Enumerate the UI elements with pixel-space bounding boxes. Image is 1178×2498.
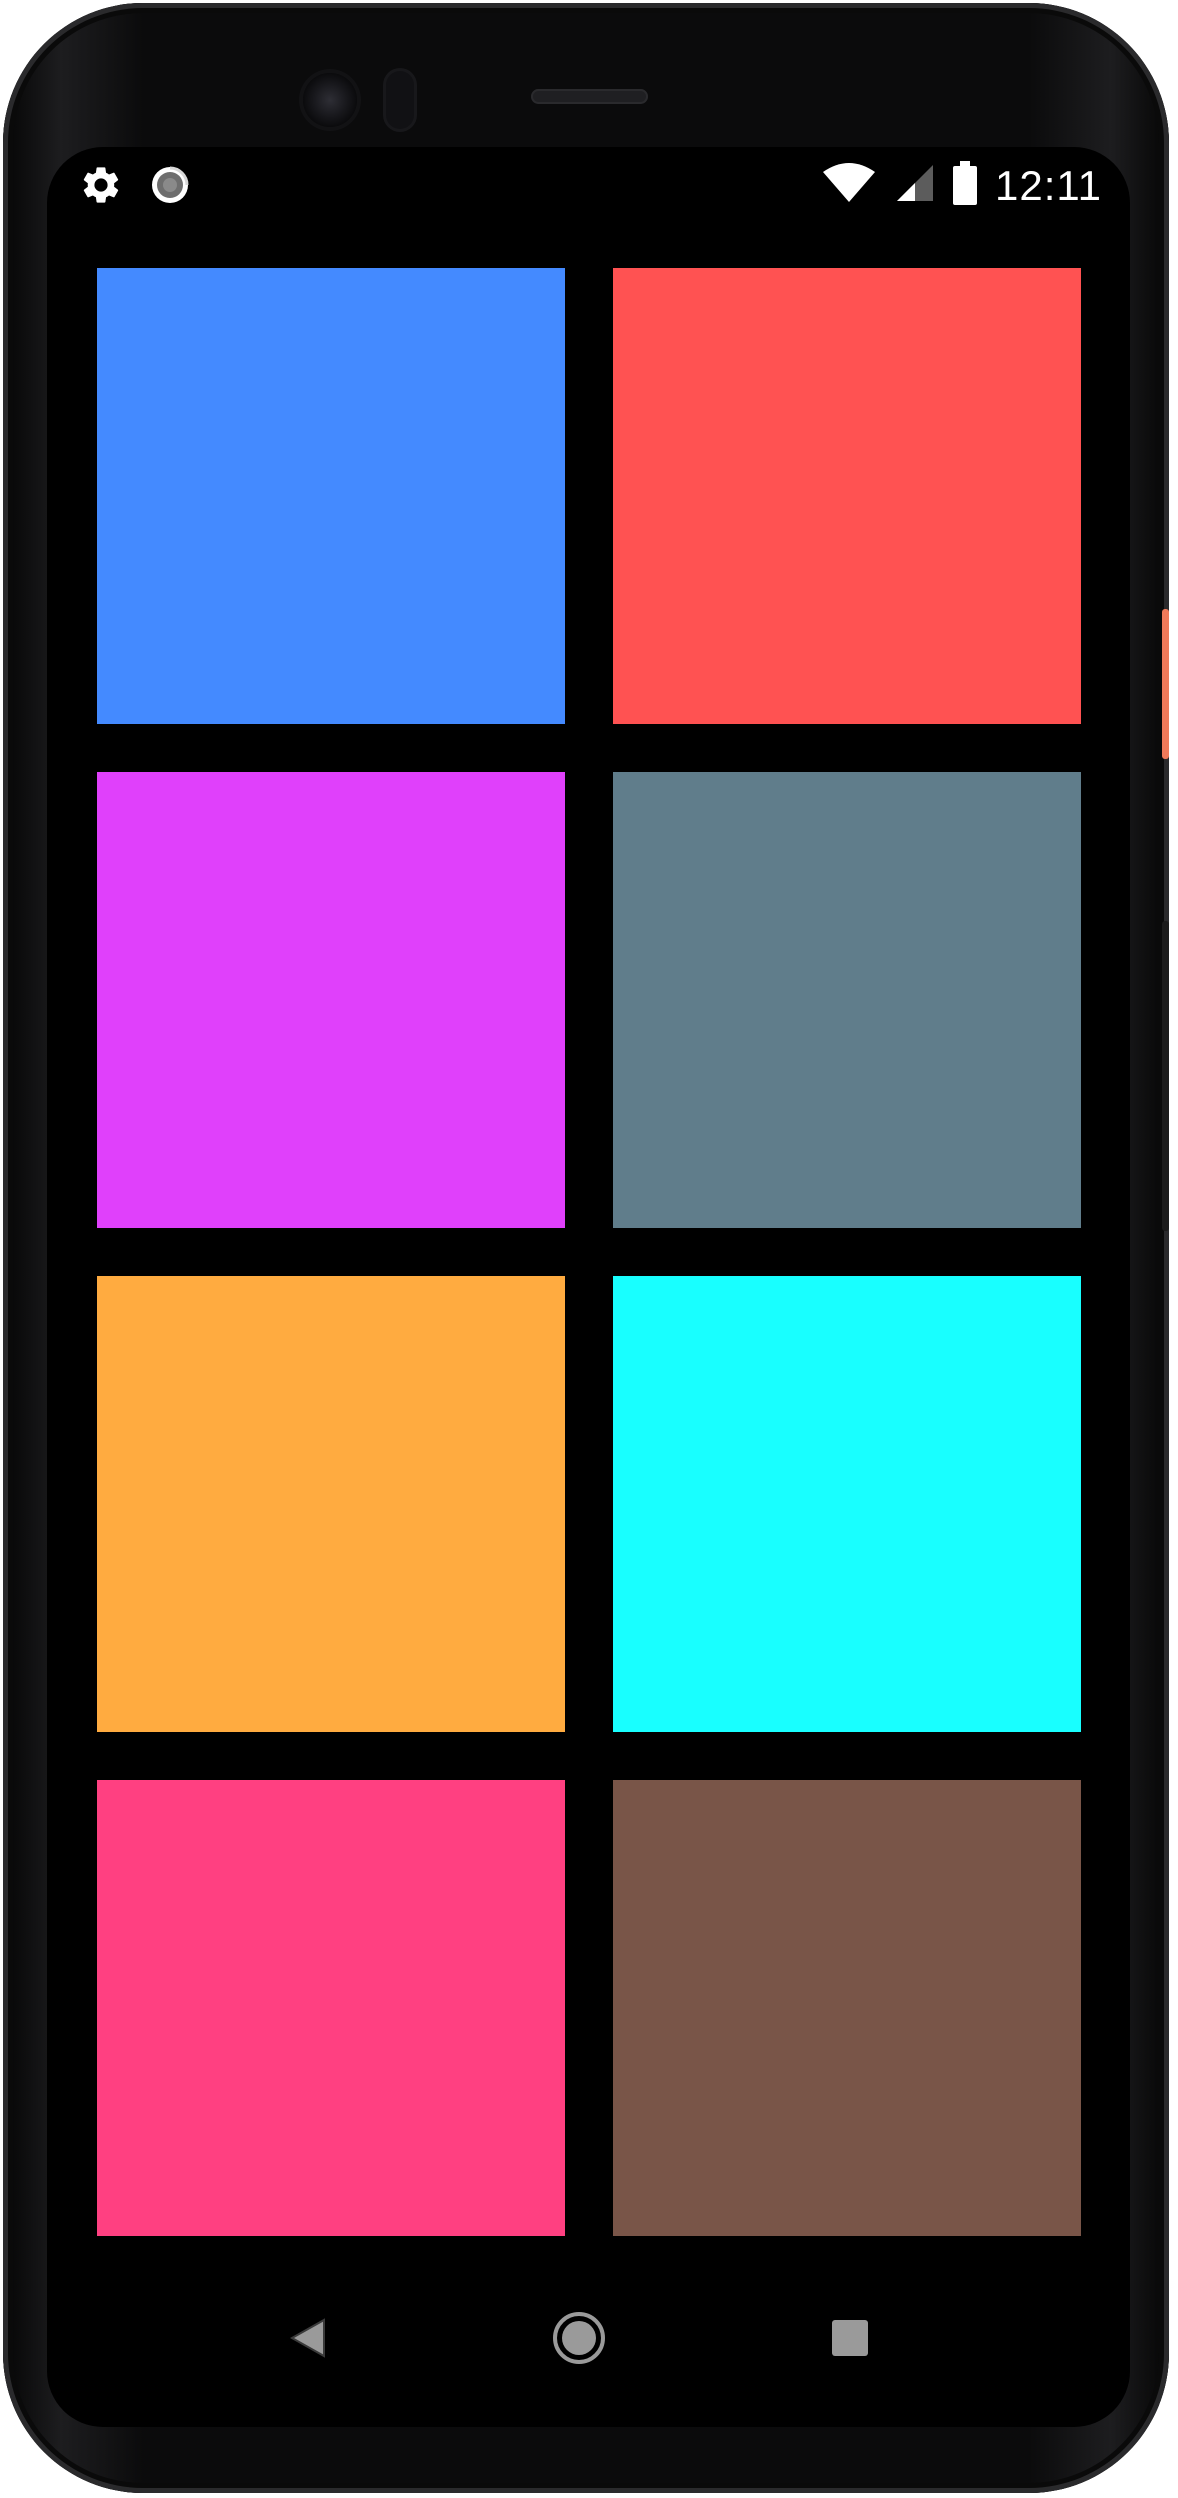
home-icon (549, 2308, 609, 2373)
color-tile[interactable] (613, 268, 1081, 724)
color-tile[interactable] (97, 772, 565, 1228)
color-tile[interactable] (613, 1276, 1081, 1732)
color-tile[interactable] (613, 1780, 1081, 2236)
color-tile[interactable] (613, 772, 1081, 1228)
earpiece-speaker (531, 89, 648, 104)
signal-icon (895, 163, 935, 208)
status-bar: 12:11 (47, 147, 1130, 225)
proximity-sensor (386, 71, 414, 129)
color-tile[interactable] (97, 1780, 565, 2236)
wifi-icon (821, 162, 877, 209)
back-button[interactable] (273, 2305, 343, 2375)
status-time: 12:11 (995, 161, 1102, 209)
status-right-icons: 12:11 (821, 161, 1102, 210)
loading-spinner-icon (149, 164, 191, 211)
front-camera (303, 73, 357, 127)
device-screen: 12:11 (47, 147, 1130, 2427)
power-button[interactable] (1162, 609, 1169, 759)
back-icon (288, 2316, 328, 2365)
recents-button[interactable] (815, 2305, 885, 2375)
recents-icon (830, 2318, 870, 2363)
color-grid (97, 268, 1081, 2236)
gear-icon (79, 163, 123, 212)
volume-button[interactable] (1162, 921, 1169, 1231)
color-tile[interactable] (97, 1276, 565, 1732)
status-left-icons (79, 163, 191, 212)
phone-frame: 12:11 (3, 3, 1169, 2493)
color-tile[interactable] (97, 268, 565, 724)
home-button[interactable] (544, 2305, 614, 2375)
battery-icon (953, 161, 977, 210)
navigation-bar (47, 2267, 1130, 2427)
